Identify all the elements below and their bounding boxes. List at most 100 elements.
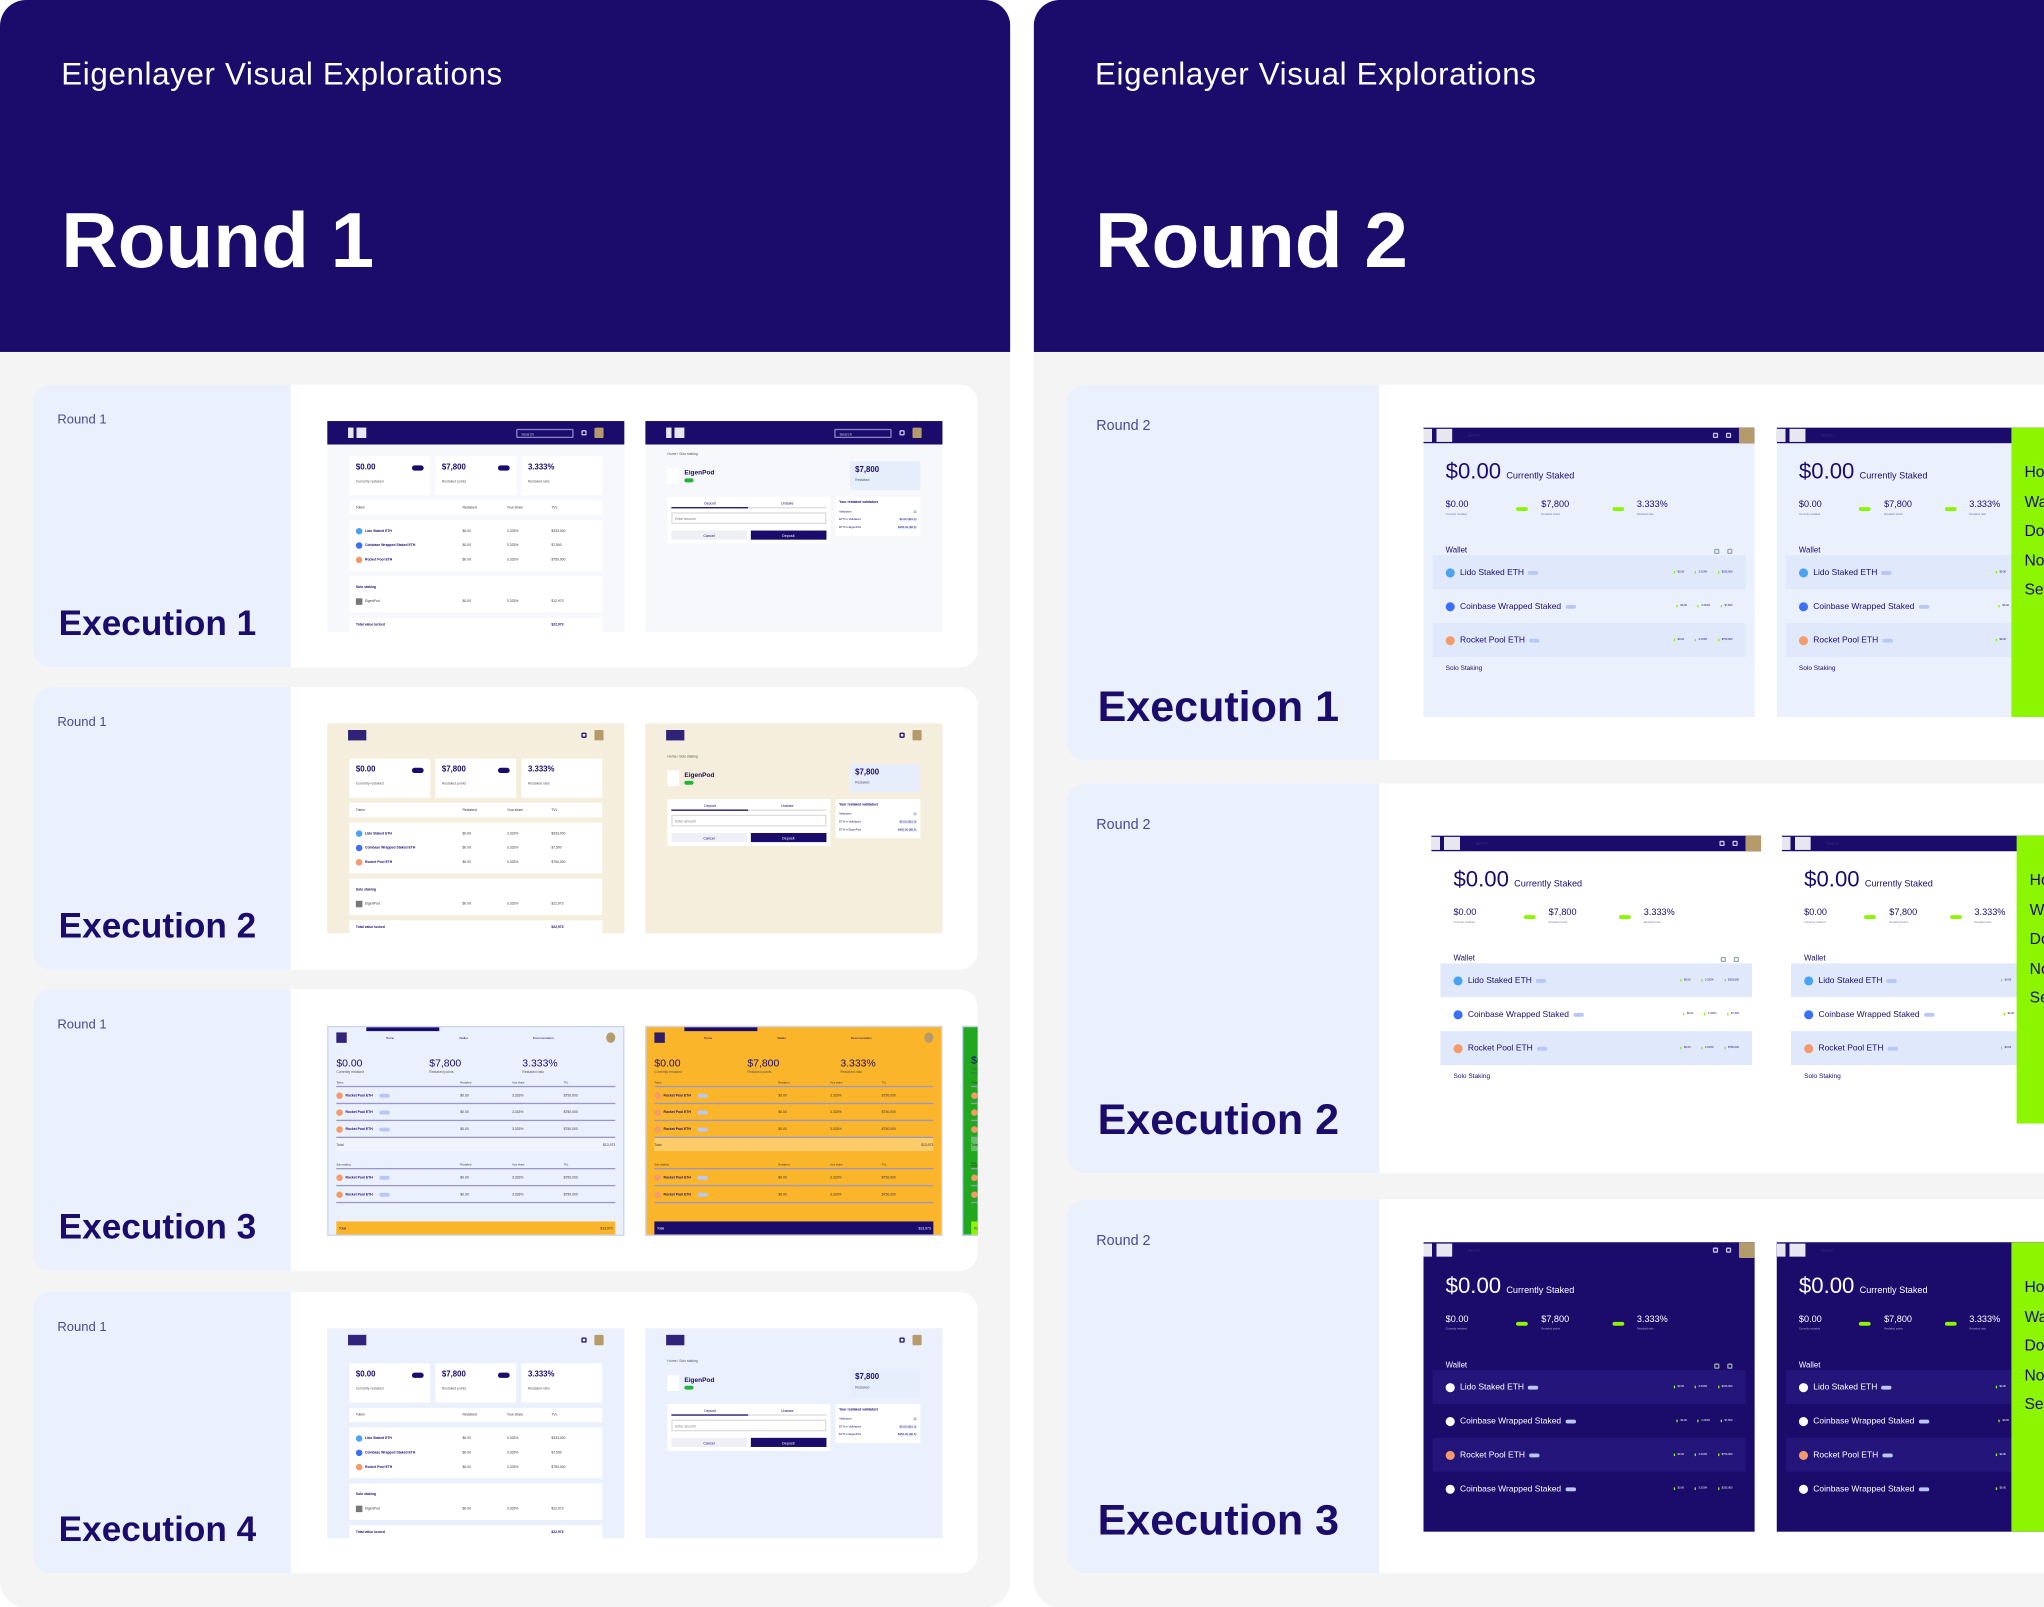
table-row[interactable]: Rocket Pool ETH$0.003.333%$750,000 xyxy=(971,1121,978,1139)
menu-item-settings[interactable]: Settings xyxy=(2024,575,2044,604)
wallet-row[interactable]: Coinbase Wrapped Staked$0.003.333%$7,500 xyxy=(1791,997,2044,1031)
notification-icon[interactable] xyxy=(1712,1247,1719,1253)
grid-view-icon[interactable] xyxy=(1727,548,1733,555)
nav-tab[interactable]: Wallet xyxy=(777,1036,811,1040)
table-row[interactable]: Rocket Pool ETH$0.003.333%$750,000 xyxy=(336,1087,616,1105)
thumbnail-r1-detail[interactable]: Search Home / Solo staking EigenPod $7,800 R… xyxy=(645,723,943,934)
table-row[interactable]: Rocket Pool ETH$0.003.333%$750,000 xyxy=(355,855,596,869)
wallet-row[interactable]: Coinbase Wrapped Staked$0.003.333%$7,500 xyxy=(1433,1404,1746,1438)
wallet-row[interactable]: Rocket Pool ETH$0.003.333%$750,000 xyxy=(1432,1437,1746,1472)
wallet-row[interactable]: Coinbase Wrapped Staked$0.003.333%$333,0… xyxy=(1433,1472,1746,1506)
menu-item-home[interactable]: Home xyxy=(2024,1272,2044,1301)
table-row[interactable]: Rocket Pool ETH$0.003.333%$750,000 xyxy=(971,1087,978,1105)
wallet-row[interactable]: Coinbase Wrapped Staked$0.003.333%$7,500 xyxy=(1786,589,2044,623)
wallet-row[interactable]: Rocket Pool ETH$0.003.333%$750,000 xyxy=(1440,1031,1752,1066)
thumbnail-r1-dash[interactable]: Search$0.00Currently restaked$7,800Resta… xyxy=(327,723,625,934)
menu-item-settings[interactable]: Settings xyxy=(2030,983,2044,1012)
thumbnail-r2-menu[interactable]: Search $0.00 Currently Staked $0.00 Currentl… xyxy=(1776,1242,2044,1532)
table-row[interactable]: Rocket Pool ETH$0.003.333%$750,000 xyxy=(654,1087,934,1105)
notification-icon[interactable] xyxy=(1719,840,1725,847)
tab-unstake[interactable]: Unstake xyxy=(748,1408,827,1416)
table-row[interactable]: Rocket Pool ETH$0.003.333%$750,000 xyxy=(654,1104,934,1122)
thumbnail-r1-detail[interactable]: Search Home / Solo staking EigenPod $7,800 R… xyxy=(645,421,943,633)
wallet-row[interactable]: Coinbase Wrapped Staked$0.003.333%$7,500 xyxy=(1440,997,1752,1031)
list-view-icon[interactable] xyxy=(1714,1363,1720,1369)
menu-item-notifications[interactable]: Notifications xyxy=(2024,1360,2044,1389)
notification-icon[interactable] xyxy=(1712,432,1719,438)
deposit-button[interactable]: Deposit xyxy=(750,832,827,843)
avatar[interactable] xyxy=(594,427,604,438)
thumbnail-r1-table[interactable]: HomeWalletDocumentation$0.00Currently re… xyxy=(962,1025,978,1236)
document-icon[interactable] xyxy=(1725,432,1732,438)
execution-card[interactable]: Round 2 Execution 2 Search $0.00 Currently S… xyxy=(1066,783,2044,1174)
nav-tab[interactable]: Documentation xyxy=(851,1036,885,1040)
avatar[interactable] xyxy=(1738,427,1755,444)
table-row[interactable]: Coinbase Wrapped Staked ETH $0.00 3.333% $7… xyxy=(355,1446,596,1460)
cancel-button[interactable]: Cancel xyxy=(671,530,747,540)
breadcrumb[interactable]: Home / Solo staking xyxy=(667,452,920,456)
notification-icon[interactable] xyxy=(581,430,587,436)
wallet-row[interactable]: Rocket Pool ETH$0.003.333%$750,000 xyxy=(1785,623,2044,657)
notification-icon[interactable] xyxy=(581,732,587,738)
notification-icon[interactable] xyxy=(899,430,905,436)
wallet-row[interactable]: Lido Staked ETH$0.003.333%$333,000 xyxy=(1785,1370,2044,1404)
document-icon[interactable] xyxy=(1732,840,1738,847)
wallet-row[interactable]: Rocket Pool ETH$0.003.333%$750,000 xyxy=(1785,1437,2044,1472)
nav-tab[interactable]: Documentation xyxy=(533,1036,567,1040)
avatar[interactable] xyxy=(606,1032,616,1043)
table-row[interactable]: Coinbase Wrapped Staked ETH $0.00 3.333% $7… xyxy=(355,538,596,552)
execution-card[interactable]: Round 1 Execution 3 Home Wallet Documentatio… xyxy=(32,989,978,1271)
thumbnail-r2-dash[interactable]: Search $0.00 Currently Staked $0.00 Currentl… xyxy=(1431,835,1762,1124)
search-input[interactable]: Search xyxy=(1821,1248,1833,1253)
deposit-button[interactable]: Deposit xyxy=(750,1437,827,1447)
menu-item-settings[interactable]: Settings xyxy=(2024,1390,2044,1419)
notification-icon[interactable] xyxy=(899,1337,905,1343)
tab-unstake[interactable]: Unstake xyxy=(748,501,827,509)
tab-deposit[interactable]: Deposit xyxy=(671,501,749,509)
table-row[interactable]: Rocket Pool ETH$0.003.333%$750,000 xyxy=(971,1104,978,1122)
table-row[interactable]: Rocket Pool ETH$0.003.333%$750,000 xyxy=(654,1186,934,1204)
wallet-row[interactable]: Coinbase Wrapped Staked$0.003.333%$333,0… xyxy=(1786,1472,2044,1506)
table-row[interactable]: Rocket Pool ETH$0.003.333%$750,000 xyxy=(336,1104,616,1122)
thumbnail-r1-dash[interactable]: Search$0.00Currently restaked$7,800Resta… xyxy=(327,421,625,633)
wallet-row[interactable]: Rocket Pool ETH$0.003.333%$750,000 xyxy=(1432,623,1746,657)
tab-deposit[interactable]: Deposit xyxy=(671,1408,749,1416)
document-icon[interactable] xyxy=(1725,1247,1732,1253)
wallet-row[interactable]: Lido Staked ETH$0.003.333%$333,000 xyxy=(1791,963,2044,998)
search-input[interactable]: Search xyxy=(1821,433,1833,438)
menu-item-wallet[interactable]: Wallet xyxy=(2024,487,2044,516)
execution-card[interactable]: Round 2 Execution 1 Search $0.00 Currently S… xyxy=(1066,384,2044,760)
nav-tab[interactable]: Home xyxy=(704,1036,738,1040)
table-row[interactable]: Rocket Pool ETH$0.003.333%$750,000 xyxy=(971,1186,978,1204)
tab-deposit[interactable]: Deposit xyxy=(671,803,749,811)
wallet-row[interactable]: Coinbase Wrapped Staked$0.003.333%$7,500 xyxy=(1433,589,1746,623)
menu-item-home[interactable]: Home xyxy=(2030,866,2044,895)
thumbnail-r2-menu[interactable]: Search $0.00 Currently Staked $0.00 Currentl… xyxy=(1776,427,2044,717)
wallet-row[interactable]: Lido Staked ETH$0.003.333%$333,000 xyxy=(1432,555,1746,590)
search-input[interactable]: Search xyxy=(1826,841,1838,846)
grid-view-icon[interactable] xyxy=(1733,956,1739,963)
table-row[interactable]: Rocket Pool ETH$0.003.333%$750,000 xyxy=(336,1121,616,1139)
breadcrumb[interactable]: Home / Solo staking xyxy=(667,1360,920,1364)
thumbnail-r2-dash[interactable]: Search $0.00 Currently Staked $0.00 Currentl… xyxy=(1423,427,1755,717)
notification-icon[interactable] xyxy=(899,732,905,738)
thumbnail-r1-detail[interactable]: Search Home / Solo staking EigenPod $7,800 R… xyxy=(645,1328,943,1539)
table-row[interactable]: Lido Staked ETH $0.00 3.333% $333,000 xyxy=(355,826,596,840)
amount-input[interactable]: Enter amount xyxy=(671,1419,827,1432)
avatar[interactable] xyxy=(594,729,604,741)
table-row[interactable]: Rocket Pool ETH$0.003.333%$750,000 xyxy=(971,1169,978,1187)
menu-item-notifications[interactable]: Notifications xyxy=(2030,954,2044,983)
nav-tab[interactable]: Wallet xyxy=(459,1036,493,1040)
cancel-button[interactable]: Cancel xyxy=(671,1437,747,1447)
avatar[interactable] xyxy=(924,1032,934,1043)
breadcrumb[interactable]: Home / Solo staking xyxy=(667,755,920,759)
menu-item-notifications[interactable]: Notifications xyxy=(2024,546,2044,575)
menu-item-wallet[interactable]: Wallet xyxy=(2030,895,2044,924)
search-input[interactable]: Search xyxy=(834,428,892,438)
table-row[interactable]: Rocket Pool ETH$0.003.333%$750,000 xyxy=(654,1121,934,1139)
search-input[interactable]: Search xyxy=(1476,841,1488,846)
thumbnail-r1-table[interactable]: HomeWalletDocumentation$0.00Currently re… xyxy=(645,1025,943,1236)
menu-item-docs[interactable]: Docs xyxy=(2030,924,2044,953)
execution-card[interactable]: Round 2 Execution 3 Search $0.00 Currently S… xyxy=(1066,1199,2044,1574)
table-row[interactable]: Rocket Pool ETH$0.003.333%$750,000 xyxy=(336,1169,616,1187)
